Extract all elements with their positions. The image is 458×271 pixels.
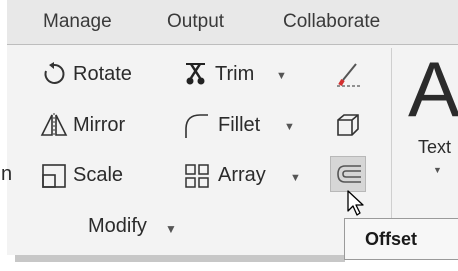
trim-label: Trim bbox=[215, 63, 255, 85]
truncated-label: n bbox=[1, 163, 13, 185]
mouse-pointer-icon bbox=[347, 190, 364, 216]
scale-label: Scale bbox=[73, 164, 124, 186]
text-label: Text bbox=[418, 137, 452, 157]
box-3d-icon[interactable] bbox=[334, 111, 362, 139]
scale-icon bbox=[42, 164, 66, 188]
modify-panel-label: Modify bbox=[88, 215, 147, 237]
text-dropdown-icon[interactable]: ▼ bbox=[433, 165, 442, 175]
mirror-icon bbox=[40, 113, 68, 137]
eraser-icon[interactable] bbox=[334, 60, 364, 88]
offset-tooltip: Offset bbox=[344, 218, 458, 260]
trim-dropdown-icon[interactable]: ▼ bbox=[276, 70, 287, 82]
text-big-letter-icon: A bbox=[408, 45, 458, 133]
array-label: Array bbox=[218, 164, 266, 186]
scissors-icon bbox=[186, 63, 205, 85]
panel-expand-icon: ▼ bbox=[165, 222, 177, 236]
rotate-icon bbox=[44, 62, 65, 84]
ribbon-tab-bar: Manage Output Collaborate bbox=[7, 0, 458, 44]
fillet-dropdown-icon[interactable]: ▼ bbox=[284, 121, 295, 133]
tab-collaborate[interactable]: Collaborate bbox=[283, 11, 380, 33]
tab-output[interactable]: Output bbox=[167, 11, 224, 33]
offset-icon bbox=[337, 165, 361, 183]
offset-button[interactable] bbox=[330, 156, 366, 192]
ribbon-shadow bbox=[15, 255, 345, 262]
tab-manage[interactable]: Manage bbox=[43, 11, 112, 33]
fillet-label: Fillet bbox=[218, 114, 261, 136]
rotate-label: Rotate bbox=[73, 63, 132, 85]
mirror-label: Mirror bbox=[73, 114, 126, 136]
fillet-icon bbox=[185, 114, 208, 138]
ribbon: Manage Output Collaborate n Rotate Trim … bbox=[1, 0, 458, 255]
tooltip-label: Offset bbox=[365, 229, 418, 249]
array-icon bbox=[185, 164, 209, 188]
array-dropdown-icon[interactable]: ▼ bbox=[290, 172, 301, 184]
tab-divider bbox=[7, 44, 458, 45]
